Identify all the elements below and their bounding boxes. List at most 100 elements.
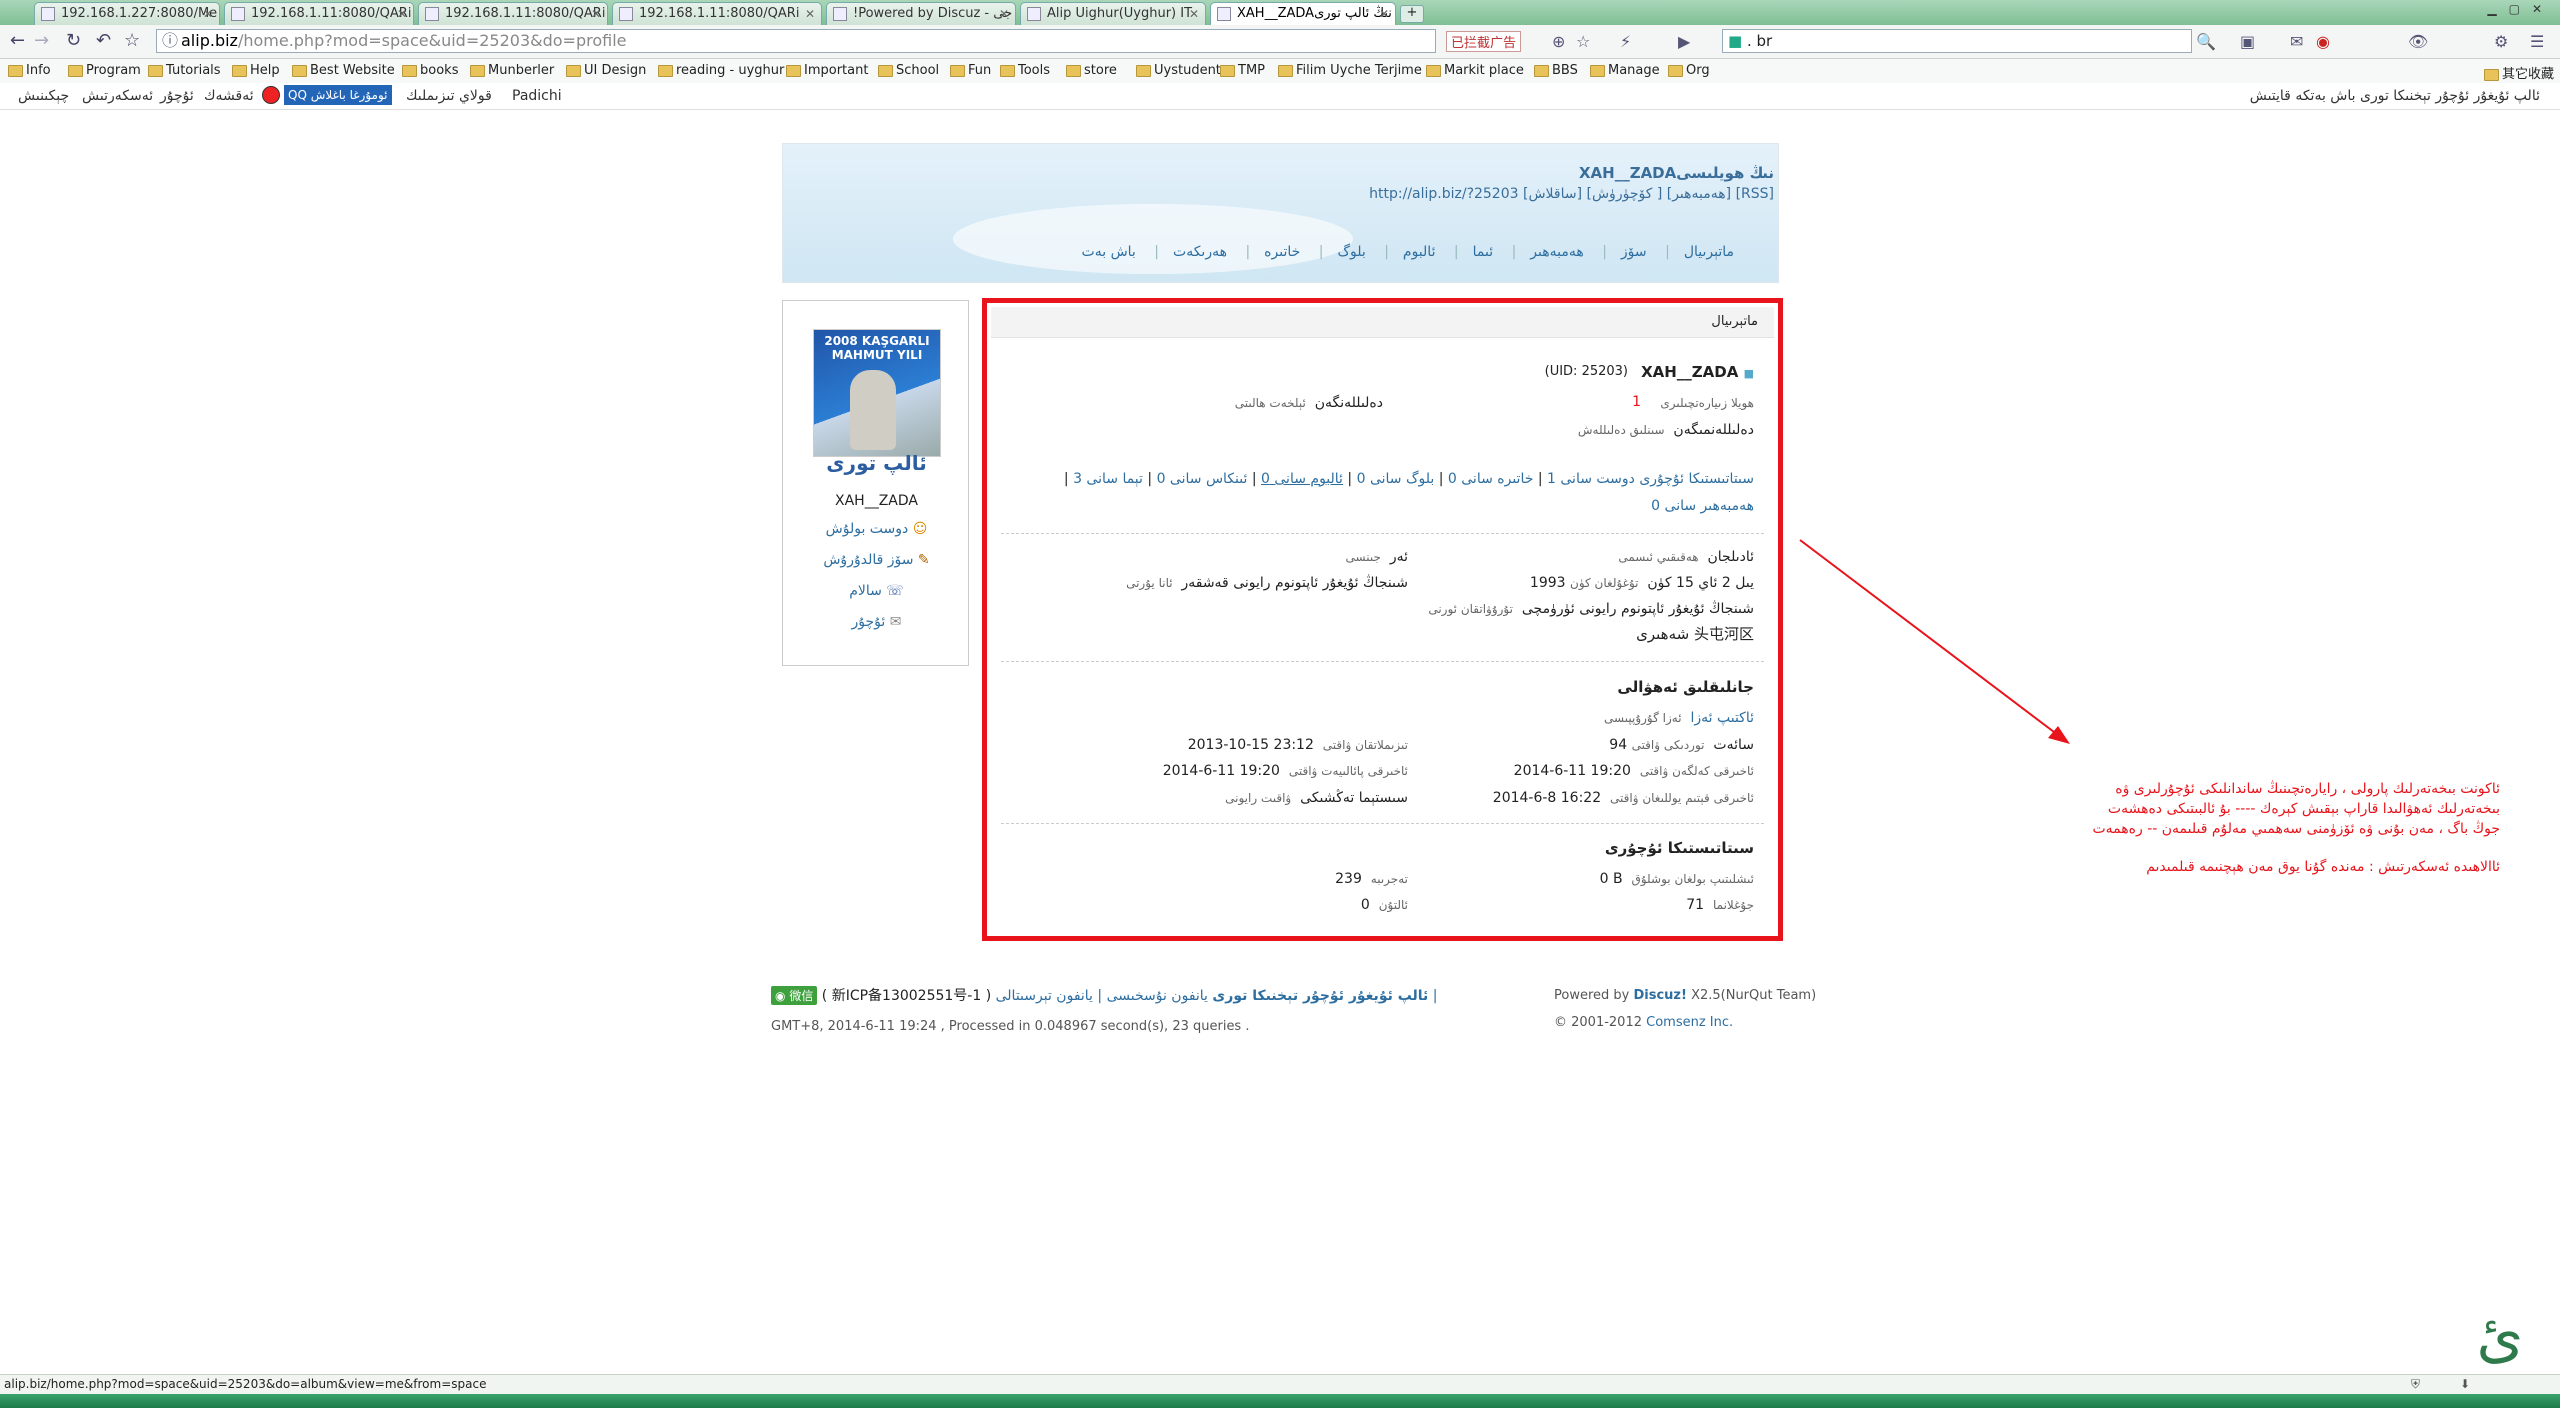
doing-count-link[interactable]: خاتىرە سانى 0: [1448, 471, 1533, 487]
leave-message-button[interactable]: سۆز قالدۇرۇش ✎: [783, 552, 970, 568]
search-icon[interactable]: 🔍: [2196, 32, 2216, 51]
close-icon[interactable]: ✕: [203, 3, 213, 25]
nav-doing[interactable]: خاتىرە: [1264, 244, 1300, 260]
bookmark-folder[interactable]: Best Website: [292, 63, 395, 78]
greet-button[interactable]: سالام ☏: [783, 583, 970, 599]
logout-link[interactable]: چېكىنىش: [18, 88, 69, 104]
address-bar[interactable]: ⓘ alip.biz/home.php?mod=space&uid=25203&d…: [156, 29, 1436, 53]
security-icon[interactable]: ⛨: [2411, 1377, 2420, 1392]
adblock-badge[interactable]: 已拦截广告: [1446, 31, 1522, 52]
opera-icon[interactable]: ◉: [2316, 32, 2330, 51]
home-return-link[interactable]: ئالپ ئۇيغۇر ئۇچۇر تېخنىكا تورى باش بەتكە…: [2250, 88, 2540, 104]
blog-count-link[interactable]: بلوگ سانى 0: [1357, 471, 1435, 487]
comsenz-link[interactable]: Comsenz Inc.: [1646, 1015, 1733, 1030]
menu-icon[interactable]: ☰: [2530, 32, 2544, 51]
bookmark-folder[interactable]: Tutorials: [148, 63, 221, 78]
mail-icon[interactable]: ✉: [2290, 32, 2303, 51]
browser-tab[interactable]: 192.168.1.11:8080/QARi ✕: [418, 2, 608, 25]
page-icon: [425, 7, 439, 21]
nav-topic[interactable]: ئىما: [1473, 244, 1493, 260]
folder-icon: [786, 64, 801, 77]
close-icon[interactable]: ✕: [805, 3, 815, 25]
bookmark-folder[interactable]: Important: [786, 63, 868, 78]
footer-site-link[interactable]: ئالپ ئۇيغۇر ئۇچۇر تېخنىكا تورى: [1212, 988, 1428, 1004]
divider: [1001, 533, 1764, 534]
close-icon[interactable]: ✕: [1189, 3, 1199, 25]
nav-thread[interactable]: ھەمبەھىر: [1530, 244, 1583, 260]
bookmark-folder[interactable]: TMP: [1220, 63, 1265, 78]
nav-blog[interactable]: بلوگ: [1337, 244, 1365, 260]
friends-count-link[interactable]: دوست سانى 1: [1547, 471, 1635, 487]
group-link[interactable]: ئاكتىپ ئەزا: [1690, 710, 1754, 726]
bookmark-folder[interactable]: Markit place: [1426, 63, 1524, 78]
nav-album[interactable]: ئالبوم: [1403, 244, 1436, 260]
play-icon[interactable]: ▶: [1678, 32, 1690, 51]
bookmark-folder[interactable]: Tools: [1000, 63, 1050, 78]
bookmark-folder[interactable]: Program: [68, 63, 141, 78]
icp-link[interactable]: ( 新ICP备13002551号-1 ): [822, 988, 991, 1004]
bookmark-other[interactable]: 其它收藏: [2484, 63, 2554, 82]
bookmark-folder[interactable]: Uystudent: [1136, 63, 1221, 78]
bookmark-folder[interactable]: books: [402, 63, 458, 78]
bookmark-folder[interactable]: Org: [1668, 63, 1710, 78]
bookmark-folder[interactable]: Info: [8, 63, 51, 78]
close-icon[interactable]: ✕: [999, 3, 1009, 25]
back-icon[interactable]: ←: [10, 30, 25, 51]
bookmark-folder[interactable]: reading - uyghur: [658, 63, 784, 78]
thread-count-link[interactable]: تېما سانى 3: [1073, 471, 1143, 487]
browser-tab[interactable]: Alip Uighur(Uyghur) IT ✕: [1020, 2, 1206, 25]
wechat-badge[interactable]: ◉ 微信: [771, 986, 818, 1005]
undo-icon[interactable]: ↶: [96, 30, 111, 51]
qq-bind-button[interactable]: QQ ئومۇرغا باغلاش: [284, 85, 392, 105]
bookmark-folder[interactable]: Munberler: [470, 63, 554, 78]
bookmark-folder[interactable]: School: [878, 63, 939, 78]
close-icon[interactable]: ✕: [397, 3, 407, 25]
favorite-icon[interactable]: ☆: [1576, 32, 1590, 51]
zoom-icon[interactable]: ⊕: [1552, 32, 1565, 51]
bookmark-folder[interactable]: Fun: [950, 63, 991, 78]
reply-count-link[interactable]: ئىنكاس سانى 0: [1157, 471, 1248, 487]
quick-menu-link[interactable]: قولاي تىزىملىك: [406, 88, 492, 104]
reload-icon[interactable]: ↻: [66, 30, 81, 51]
nav-activity[interactable]: ھەرىكەت: [1173, 244, 1227, 260]
forward-icon[interactable]: →: [34, 30, 49, 51]
bookmark-folder[interactable]: Filim Uyche Terjime: [1278, 63, 1422, 78]
nav-home[interactable]: ماتېرىيال: [1684, 244, 1734, 260]
browser-tab[interactable]: 192.168.1.227:8080/Me ✕: [34, 2, 220, 25]
album-count-link[interactable]: ئالبوم سانى 0: [1261, 471, 1343, 487]
browser-tab-active[interactable]: XAH__ZADAنىڭ ئالپ تورى ✕: [1210, 2, 1396, 25]
send-message-button[interactable]: ئۇچۇر ✉: [783, 614, 970, 630]
search-input[interactable]: ■. br: [1722, 29, 2192, 53]
favorites-link[interactable]: ئەقشەك: [204, 88, 254, 104]
browser-tab[interactable]: !Powered by Discuz - جى ✕: [826, 2, 1016, 25]
browser-tab[interactable]: 192.168.1.11:8080/QARi ✕: [224, 2, 414, 25]
bookmark-folder[interactable]: BBS: [1534, 63, 1578, 78]
nav-share[interactable]: سۆز: [1621, 244, 1647, 260]
lightning-icon[interactable]: ⚡: [1620, 32, 1631, 51]
avatar[interactable]: 2008 KAŞGARLI MAHMUT YILI: [813, 329, 941, 457]
space-title[interactable]: XAH__ZADAنىڭ ھويلىسى: [1579, 164, 1774, 182]
bookmark-folder[interactable]: store: [1066, 63, 1117, 78]
nav-index[interactable]: باش بەت: [1082, 244, 1136, 260]
bookmark-folder[interactable]: UI Design: [566, 63, 646, 78]
add-friend-button[interactable]: دوست بولۇش ☺: [783, 521, 970, 537]
group-row: ئاكتىپ ئەزا ئەزا گۇرۇپپىسى: [1604, 710, 1754, 726]
new-tab-button[interactable]: +: [1400, 5, 1424, 23]
share-count-link[interactable]: ھەمبەھىر سانى 0: [1651, 498, 1754, 514]
notice-link[interactable]: ئەسكەرتىش: [82, 88, 153, 104]
discuz-link[interactable]: Discuz!: [1633, 988, 1686, 1003]
close-icon[interactable]: ✕: [1379, 3, 1389, 25]
window-controls[interactable]: ▁▢✕: [2487, 2, 2554, 16]
bookmark-folder[interactable]: Help: [232, 63, 280, 78]
username-link[interactable]: Padichi: [512, 88, 562, 104]
eye-icon[interactable]: 👁: [2408, 32, 2428, 51]
star-icon[interactable]: ☆: [124, 30, 140, 51]
bookmark-folder[interactable]: Manage: [1590, 63, 1660, 78]
close-icon[interactable]: ✕: [591, 3, 601, 25]
space-url[interactable]: http://alip.biz/?25203 [ساقلاش] [كۆچۈرۈش…: [1369, 186, 1774, 202]
settings-icon[interactable]: ⚙: [2494, 32, 2508, 51]
extension-icon[interactable]: ▣: [2240, 32, 2255, 51]
download-icon[interactable]: ⬇: [2460, 1377, 2470, 1391]
message-link[interactable]: ئۇچۇر: [160, 88, 194, 104]
browser-tab[interactable]: 192.168.1.11:8080/QARi ✕: [612, 2, 822, 25]
